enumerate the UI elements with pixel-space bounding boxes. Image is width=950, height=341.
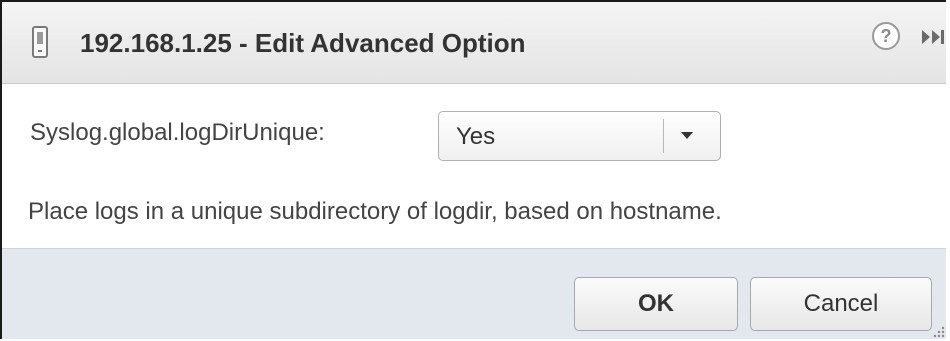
edit-advanced-option-dialog: 192.168.1.25 - Edit Advanced Option ? Sy…	[0, 0, 946, 339]
dialog-body: Syslog.global.logDirUnique: Yes Place lo…	[2, 84, 946, 248]
option-name-label: Syslog.global.logDirUnique:	[30, 119, 325, 146]
dialog-footer: OK Cancel	[2, 248, 946, 339]
ok-button[interactable]: OK	[574, 277, 738, 331]
host-icon	[32, 26, 48, 58]
help-icon[interactable]: ?	[872, 22, 900, 50]
select-value: Yes	[456, 123, 496, 150]
chevron-down-icon[interactable]	[681, 132, 693, 139]
option-description: Place logs in a unique subdirectory of l…	[28, 198, 722, 225]
double-chevron-right-icon[interactable]	[920, 24, 946, 50]
dialog-title: 192.168.1.25 - Edit Advanced Option	[80, 28, 526, 58]
dialog-titlebar: 192.168.1.25 - Edit Advanced Option ?	[2, 2, 946, 84]
option-value-select[interactable]: Yes	[438, 111, 721, 161]
select-divider	[663, 119, 664, 153]
resize-grip-icon[interactable]	[932, 325, 946, 339]
cancel-button[interactable]: Cancel	[750, 277, 932, 331]
